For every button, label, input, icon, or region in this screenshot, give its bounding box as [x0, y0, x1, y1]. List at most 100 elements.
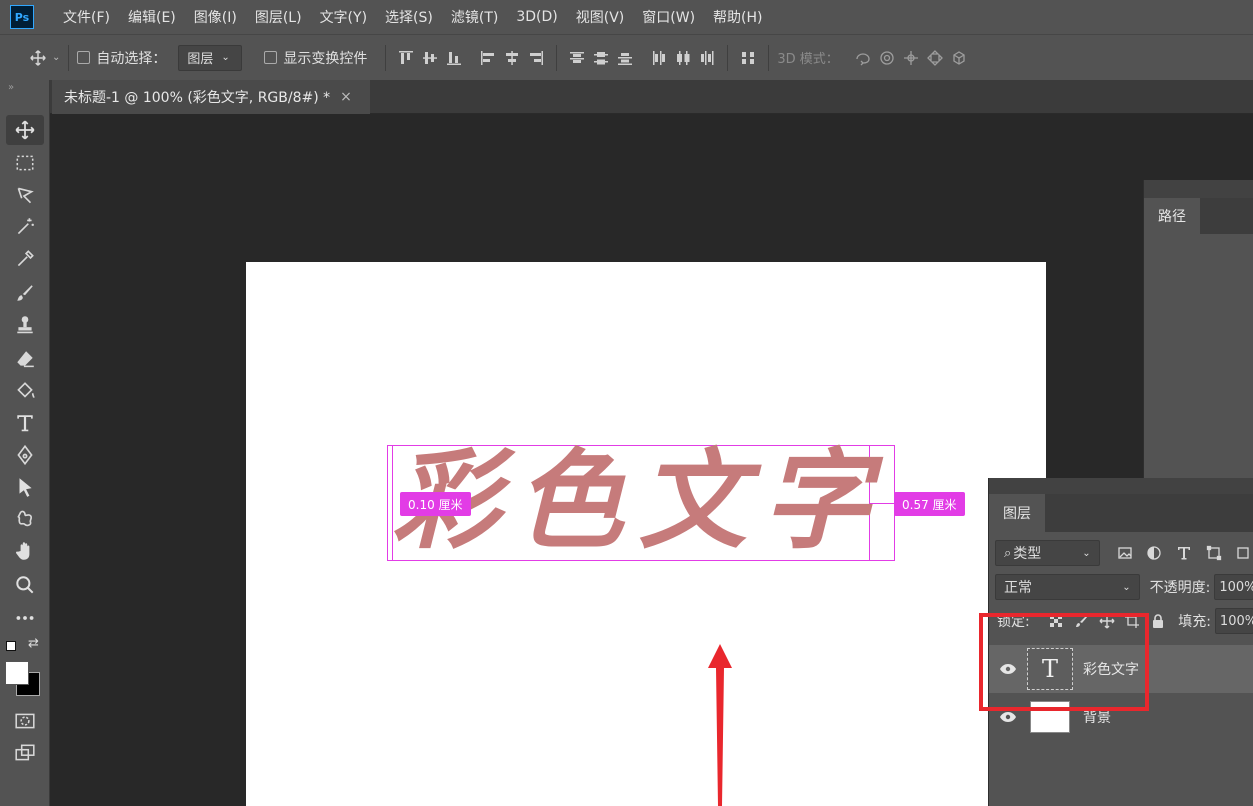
stamp-tool-button[interactable]: [6, 310, 44, 340]
swap-colors-icon[interactable]: ⇄: [28, 636, 39, 651]
more-tools-button[interactable]: [6, 603, 44, 633]
distribute-vcenter-icon[interactable]: [589, 47, 613, 69]
scale-3d-icon[interactable]: [947, 47, 971, 69]
smart-object-filter-icon[interactable]: [1232, 542, 1253, 564]
slide-3d-icon[interactable]: [923, 47, 947, 69]
panel-header: [989, 478, 1253, 494]
align-right-icon[interactable]: [524, 47, 548, 69]
hand-tool-button[interactable]: [6, 536, 44, 566]
default-colors-icon[interactable]: [6, 641, 16, 651]
align-bottom-icon[interactable]: [442, 47, 466, 69]
panel-tab-bar: 路径: [1144, 198, 1253, 234]
options-bar: ⌄ 自动选择： 图层 ⌄ 显示变换控件 3D 模式：: [0, 34, 1253, 80]
menu-filter[interactable]: 滤镜(T): [442, 7, 507, 27]
distribute-spacing-icon[interactable]: [736, 47, 760, 69]
align-hcenter-icon[interactable]: [500, 47, 524, 69]
fill-input[interactable]: 100%: [1214, 608, 1253, 634]
auto-select-value: 图层: [187, 52, 214, 67]
magic-wand-icon: [17, 218, 34, 235]
menu-edit[interactable]: 编辑(E): [119, 7, 185, 27]
pixel-filter-icon[interactable]: [1114, 542, 1136, 564]
lasso-tool-button[interactable]: [6, 180, 44, 210]
distribute-right-icon[interactable]: [695, 47, 719, 69]
show-transform-checkbox[interactable]: [264, 51, 278, 64]
separator: [727, 44, 729, 71]
foreground-color-swatch[interactable]: [5, 661, 29, 685]
blend-mode-dropdown[interactable]: 正常 ⌄: [995, 574, 1140, 600]
quick-mask-button[interactable]: [6, 706, 44, 736]
menu-layer[interactable]: 图层(L): [246, 7, 311, 27]
panel-grip-icon[interactable]: »: [8, 82, 14, 93]
separator: [68, 44, 70, 71]
annotation-highlight-box: [979, 613, 1149, 711]
annotation-arrow: [708, 644, 732, 806]
menu-help[interactable]: 帮助(H): [704, 7, 771, 27]
distribute-bottom-icon[interactable]: [613, 47, 637, 69]
document-tab[interactable]: 未标题-1 @ 100% (彩色文字, RGB/8#) * ×: [52, 80, 370, 114]
quick-mask-icon: [15, 713, 35, 729]
mode-3d-label: 3D 模式：: [777, 52, 839, 67]
auto-select-label: 自动选择：: [96, 50, 167, 67]
magic-wand-tool-button[interactable]: [6, 212, 44, 242]
eye-icon[interactable]: [989, 711, 1027, 723]
close-icon[interactable]: ×: [340, 89, 352, 105]
type-filter-icon[interactable]: [1173, 542, 1195, 564]
move-tool-icon[interactable]: [26, 47, 50, 69]
opacity-input[interactable]: 100%: [1214, 574, 1253, 600]
eyedropper-tool-button[interactable]: [6, 244, 44, 274]
fill-label: 填充:: [1178, 614, 1211, 630]
distribute-left-icon[interactable]: [647, 47, 671, 69]
photoshop-logo: Ps: [10, 5, 34, 29]
pan-3d-icon[interactable]: [899, 47, 923, 69]
menu-select[interactable]: 选择(S): [376, 7, 442, 27]
brush-icon: [17, 285, 33, 301]
separator: [556, 44, 558, 71]
text-char: 文: [638, 438, 747, 564]
screen-mode-button[interactable]: [6, 738, 44, 768]
menu-image[interactable]: 图像(I): [185, 7, 246, 27]
zoom-tool-button[interactable]: [6, 570, 44, 600]
move-tool-button[interactable]: [6, 115, 44, 145]
tab-layers[interactable]: 图层: [989, 494, 1045, 532]
document-tab-title: 未标题-1 @ 100% (彩色文字, RGB/8#) *: [64, 90, 331, 106]
marquee-icon: [16, 155, 34, 171]
align-top-icon[interactable]: [394, 47, 418, 69]
lasso-icon: [17, 187, 34, 204]
menu-view[interactable]: 视图(V): [567, 7, 634, 27]
path-selection-icon: [19, 478, 32, 497]
eraser-icon: [17, 351, 34, 368]
brush-tool-button[interactable]: [6, 278, 44, 308]
auto-select-dropdown[interactable]: 图层 ⌄: [178, 44, 243, 71]
path-selection-tool-button[interactable]: [6, 472, 44, 502]
roll-3d-icon[interactable]: [875, 47, 899, 69]
lock-all-icon[interactable]: [1147, 610, 1168, 632]
panel-tab-bar: 图层: [989, 494, 1253, 532]
auto-select-checkbox[interactable]: [77, 51, 91, 64]
type-tool-button[interactable]: [6, 408, 44, 438]
pen-tool-button[interactable]: [6, 440, 44, 470]
search-icon: ⌕: [1004, 545, 1012, 561]
tool-preset-chevron-icon[interactable]: ⌄: [52, 52, 60, 63]
paths-panel: 路径: [1143, 180, 1253, 492]
layer-filter-dropdown[interactable]: ⌕ 类型 ⌄: [995, 540, 1100, 566]
adjustment-filter-icon[interactable]: [1143, 542, 1165, 564]
menu-3d[interactable]: 3D(D): [507, 9, 566, 25]
custom-shape-tool-button[interactable]: [6, 504, 44, 534]
menu-window[interactable]: 窗口(W): [633, 7, 704, 27]
move-icon: [15, 120, 35, 140]
align-left-icon[interactable]: [476, 47, 500, 69]
tab-paths[interactable]: 路径: [1144, 198, 1200, 234]
marquee-tool-button[interactable]: [6, 148, 44, 178]
shape-filter-icon[interactable]: [1203, 542, 1225, 564]
orbit-3d-icon[interactable]: [851, 47, 875, 69]
zoom-icon: [16, 576, 34, 594]
distribute-top-icon[interactable]: [565, 47, 589, 69]
paint-bucket-tool-button[interactable]: [6, 376, 44, 406]
menu-type[interactable]: 文字(Y): [311, 7, 376, 27]
blend-mode-value: 正常: [1004, 580, 1032, 596]
menu-bar: Ps 文件(F) 编辑(E) 图像(I) 图层(L) 文字(Y) 选择(S) 滤…: [0, 0, 1253, 34]
align-vcenter-icon[interactable]: [418, 47, 442, 69]
menu-file[interactable]: 文件(F): [54, 7, 119, 27]
distribute-hcenter-icon[interactable]: [671, 47, 695, 69]
eraser-tool-button[interactable]: [6, 344, 44, 374]
